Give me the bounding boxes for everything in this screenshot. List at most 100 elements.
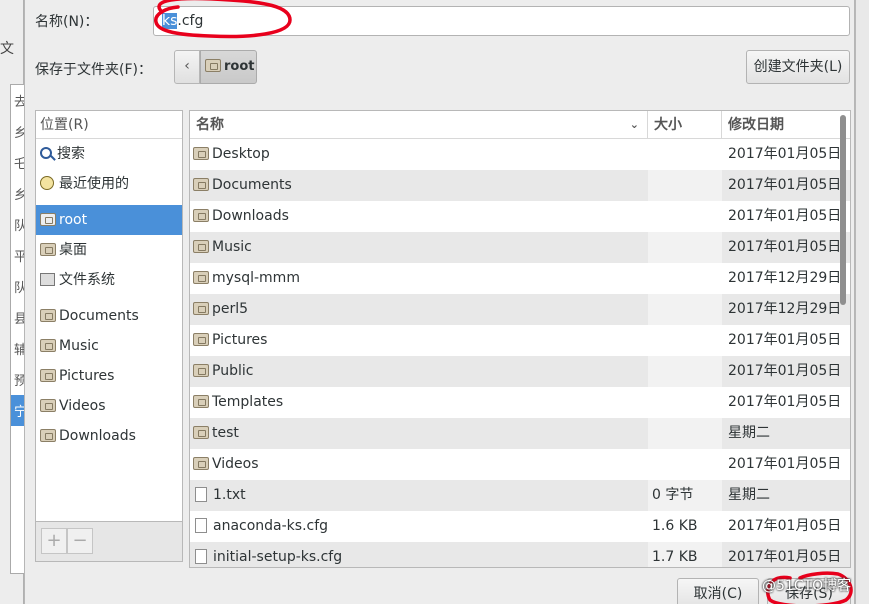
place-search[interactable]: 搜索: [36, 139, 182, 169]
bookmark-downloads[interactable]: Downloads: [36, 421, 182, 451]
path-back-button[interactable]: ‹: [174, 50, 200, 84]
file-row[interactable]: Desktop 2017年01月05日: [190, 139, 850, 170]
file-size-cell: 1.6 KB: [648, 511, 722, 542]
folder-icon: [193, 457, 209, 470]
place-root[interactable]: root: [36, 205, 182, 235]
path-button-root[interactable]: root: [200, 50, 257, 84]
place-label: Videos: [59, 398, 106, 414]
file-name-cell: anaconda-ks.cfg: [190, 511, 648, 542]
background-window: 文 去 乡 乇 乡 队 平 队 县 辅 预 宁: [0, 0, 24, 604]
file-modified-cell: 星期二: [728, 425, 770, 441]
file-size-cell: [648, 170, 722, 201]
column-header-name[interactable]: 名称 ⌄: [190, 111, 648, 139]
file-list-scrollbar[interactable]: [837, 111, 849, 567]
file-name: Documents: [212, 177, 292, 193]
home-folder-icon: [205, 59, 221, 72]
file-row[interactable]: perl5 2017年12月29日: [190, 294, 850, 325]
file-row[interactable]: mysql-mmm 2017年12月29日: [190, 263, 850, 294]
file-row[interactable]: anaconda-ks.cfg 1.6 KB 2017年01月05日: [190, 511, 850, 542]
background-list-item: 乡: [14, 126, 24, 141]
add-bookmark-button[interactable]: +: [41, 528, 67, 554]
file-name-cell: Downloads: [190, 201, 648, 232]
file-size-cell: [648, 232, 722, 263]
save-in-label: 保存于文件夹(F)：: [35, 62, 152, 78]
folder-icon: [193, 209, 209, 222]
bookmark-pictures[interactable]: Pictures: [36, 361, 182, 391]
file-modified-cell: 2017年01月05日: [728, 518, 842, 534]
file-name: mysql-mmm: [212, 270, 300, 286]
file-row[interactable]: Templates 2017年01月05日: [190, 387, 850, 418]
file-size-cell: [648, 418, 722, 449]
folder-icon: [40, 339, 56, 352]
scrollbar-thumb[interactable]: [840, 115, 846, 305]
background-label: 文: [0, 41, 14, 57]
file-row[interactable]: Music 2017年01月05日: [190, 232, 850, 263]
filename-input[interactable]: ks.cfg: [153, 6, 850, 36]
place-label: Downloads: [59, 428, 136, 444]
background-list-item: 去: [14, 95, 24, 110]
remove-bookmark-button[interactable]: −: [67, 528, 93, 554]
drive-icon: [40, 273, 55, 286]
column-header-size[interactable]: 大小: [648, 111, 722, 139]
file-size-cell: 1.7 KB: [648, 542, 722, 567]
file-modified-cell: 2017年01月05日: [728, 146, 842, 162]
file-name: Desktop: [212, 146, 270, 162]
place-filesystem[interactable]: 文件系统: [36, 265, 182, 295]
file-modified-cell: 2017年01月05日: [728, 394, 842, 410]
file-name-cell: Pictures: [190, 325, 648, 356]
background-list-item: 乇: [14, 157, 24, 172]
place-label: 文件系统: [59, 272, 115, 288]
recent-icon: [40, 176, 54, 190]
place-label: Pictures: [59, 368, 115, 384]
folder-icon: [193, 302, 209, 315]
file-row[interactable]: Downloads 2017年01月05日: [190, 201, 850, 232]
folder-icon: [193, 395, 209, 408]
bookmark-music[interactable]: Music: [36, 331, 182, 361]
column-header-modified[interactable]: 修改日期: [722, 111, 840, 139]
file-row[interactable]: Videos 2017年01月05日: [190, 449, 850, 480]
file-row[interactable]: 1.txt 0 字节 星期二: [190, 480, 850, 511]
search-icon: [40, 147, 52, 159]
desktop-folder-icon: [40, 243, 56, 256]
file-name: Templates: [212, 394, 284, 410]
background-list-item: 预: [14, 374, 24, 389]
bookmark-videos[interactable]: Videos: [36, 391, 182, 421]
file-name-cell: mysql-mmm: [190, 263, 648, 294]
file-name-cell: Desktop: [190, 139, 648, 170]
file-modified-cell: 2017年01月05日: [728, 332, 842, 348]
places-sidebar: 位置(R) 搜索 最近使用的 root 桌面 文件系统 Documents Mu…: [35, 110, 183, 522]
file-size-cell: [648, 449, 722, 480]
place-recent[interactable]: 最近使用的: [36, 169, 182, 199]
create-folder-button[interactable]: 创建文件夹(L): [746, 50, 850, 84]
file-list: 名称 ⌄ 大小 修改日期 Desktop 2017年01月05日 Documents 2…: [189, 110, 851, 568]
file-name-cell: 1.txt: [190, 480, 648, 511]
file-icon: [195, 518, 207, 533]
file-modified-cell: 2017年01月05日: [728, 208, 842, 224]
place-desktop[interactable]: 桌面: [36, 235, 182, 265]
file-rows: Desktop 2017年01月05日 Documents 2017年01月05日 Do…: [190, 139, 850, 567]
file-row[interactable]: test 星期二: [190, 418, 850, 449]
bookmark-documents[interactable]: Documents: [36, 301, 182, 331]
file-size-cell: [648, 139, 722, 170]
file-name: Downloads: [212, 208, 289, 224]
place-label: Documents: [59, 308, 139, 324]
name-label: 名称(N)：: [35, 14, 99, 30]
file-size-cell: [648, 325, 722, 356]
file-name: initial-setup-ks.cfg: [213, 549, 343, 565]
file-size-cell: [648, 263, 722, 294]
cancel-button[interactable]: 取消(C): [677, 578, 759, 604]
file-modified-cell: 2017年01月05日: [728, 239, 842, 255]
file-modified-cell: 2017年12月29日: [728, 270, 842, 286]
file-modified-cell: 2017年01月05日: [728, 363, 842, 379]
background-list-item: 乡: [14, 188, 24, 203]
file-row[interactable]: Public 2017年01月05日: [190, 356, 850, 387]
background-list-item: 县: [14, 312, 24, 327]
file-name-cell: Videos: [190, 449, 648, 480]
file-modified-cell: 星期二: [728, 487, 770, 503]
file-row[interactable]: initial-setup-ks.cfg 1.7 KB 2017年01月05日: [190, 542, 850, 567]
file-name: test: [212, 425, 239, 441]
file-row[interactable]: Documents 2017年01月05日: [190, 170, 850, 201]
filename-rest-text: .cfg: [177, 13, 204, 29]
file-icon: [195, 549, 207, 564]
file-row[interactable]: Pictures 2017年01月05日: [190, 325, 850, 356]
